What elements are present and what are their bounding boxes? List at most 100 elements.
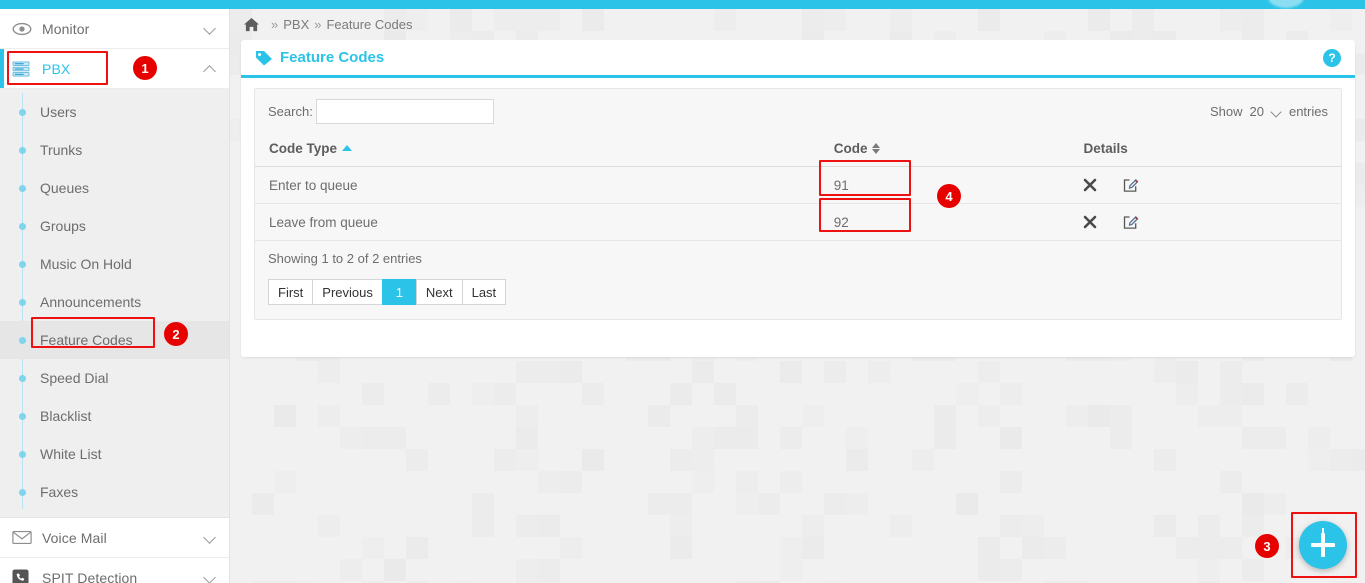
pagination-previous-button[interactable]: Previous [312, 279, 382, 305]
sidebar-item-faxes[interactable]: Faxes [0, 473, 229, 511]
sidebar-item-label: Trunks [40, 142, 83, 158]
sidebar-item-feature-codes[interactable]: Feature Codes [0, 321, 229, 359]
sidebar-item-groups[interactable]: Groups [0, 207, 229, 245]
annotation-number-2: 2 [164, 322, 188, 346]
sidebar-item-label: PBX [42, 60, 71, 77]
pagination-page-1-button[interactable]: 1 [381, 279, 416, 305]
annotation-number-3: 3 [1255, 534, 1279, 558]
show-entries-control: Show 20 entries [1210, 104, 1328, 119]
sidebar-item-spit-detection[interactable]: SPIT Detection [0, 558, 229, 583]
table-row: Leave from queue 92 [255, 203, 1341, 241]
chevron-down-icon[interactable] [204, 531, 218, 545]
card-header: Feature Codes ? [241, 40, 1355, 78]
column-header-code[interactable]: Code [819, 132, 1070, 167]
cell-code-type: Leave from queue [255, 203, 820, 241]
entries-value: 20 [1249, 104, 1264, 119]
datatable-footer: Showing 1 to 2 of 2 entries First Previo… [255, 241, 1341, 319]
chevron-down-icon [1271, 108, 1282, 116]
delete-row-icon[interactable] [1083, 215, 1097, 229]
sidebar-item-music-on-hold[interactable]: Music On Hold [0, 245, 229, 283]
column-header-details: Details [1069, 132, 1341, 167]
page-title: Feature Codes [280, 49, 385, 66]
annotation-number-4: 4 [937, 184, 961, 208]
add-feature-code-button[interactable] [1299, 521, 1347, 569]
main-content: » PBX » Feature Codes Feature Codes ? Se… [230, 9, 1365, 583]
sidebar-item-queues[interactable]: Queues [0, 169, 229, 207]
delete-row-icon[interactable] [1083, 178, 1097, 192]
cell-code: 92 [819, 203, 1070, 241]
sidebar-item-trunks[interactable]: Trunks [0, 131, 229, 169]
bullet-icon [19, 222, 26, 230]
datatable-panel: Search: Show 20 entries Code Type Code D… [254, 88, 1342, 320]
eye-icon [12, 20, 38, 38]
cell-code-type: Enter to queue [255, 166, 820, 204]
bullet-icon [19, 108, 26, 116]
search-control: Search: [268, 99, 494, 124]
breadcrumb-item-feature-codes[interactable]: Feature Codes [326, 17, 412, 32]
column-header-code-type[interactable]: Code Type [255, 132, 820, 167]
bullet-icon [19, 260, 26, 268]
sidebar-item-label: Users [40, 104, 77, 120]
edit-row-icon[interactable] [1123, 214, 1139, 230]
sidebar-item-label: Monitor [42, 20, 90, 37]
card-body: Search: Show 20 entries Code Type Code D… [241, 78, 1355, 320]
pagination-next-button[interactable]: Next [415, 279, 462, 305]
pagination: First Previous 1 Next Last [268, 279, 1328, 305]
chevron-down-icon[interactable] [204, 571, 218, 583]
sidebar-item-pbx[interactable]: PBX [0, 49, 229, 89]
sidebar-item-label: Groups [40, 218, 86, 234]
sidebar-item-voice-mail[interactable]: Voice Mail [0, 518, 229, 558]
sidebar-item-label: Queues [40, 180, 90, 196]
plus-icon-bar [1311, 543, 1335, 547]
bullet-icon [19, 412, 26, 420]
edit-row-icon[interactable] [1123, 177, 1139, 193]
column-label: Code [833, 141, 868, 156]
breadcrumb-separator: » [271, 17, 279, 32]
sidebar-nav: Monitor PBX Users Trunks Queues Groups M… [0, 9, 229, 583]
bullet-icon [19, 146, 26, 154]
sidebar-item-speed-dial[interactable]: Speed Dial [0, 359, 229, 397]
sidebar-item-blacklist[interactable]: Blacklist [0, 397, 229, 435]
pagination-last-button[interactable]: Last [461, 279, 507, 305]
home-icon[interactable] [243, 17, 260, 32]
top-bar-orb-decoration [1268, 0, 1304, 8]
sort-both-icon [872, 142, 881, 155]
bullet-icon [19, 450, 26, 458]
sidebar-item-announcements[interactable]: Announcements [0, 283, 229, 321]
cell-details [1069, 166, 1341, 204]
cell-details [1069, 203, 1341, 241]
bullet-icon [19, 298, 26, 306]
feature-codes-card: Feature Codes ? Search: Show 20 entries … [241, 40, 1355, 357]
bullet-icon [19, 488, 26, 496]
sidebar-item-label: Faxes [40, 484, 79, 500]
table-head: Code Type Code Details [255, 132, 1341, 167]
sidebar: Monitor PBX Users Trunks Queues Groups M… [0, 0, 230, 583]
sidebar-item-label: Voice Mail [42, 529, 107, 546]
sort-ascending-icon [342, 145, 353, 151]
help-icon[interactable]: ? [1323, 48, 1341, 67]
sidebar-item-label: SPIT Detection [42, 569, 138, 583]
breadcrumb: » PBX » Feature Codes [230, 9, 1365, 40]
search-label: Search: [268, 104, 313, 119]
sidebar-submenu-pbx: Users Trunks Queues Groups Music On Hold… [0, 89, 229, 518]
sidebar-item-label: Speed Dial [40, 370, 109, 386]
sidebar-item-label: Blacklist [40, 408, 92, 424]
showing-entries-text: Showing 1 to 2 of 2 entries [268, 251, 422, 266]
datatable-controls: Search: Show 20 entries [255, 89, 1341, 132]
sidebar-item-users[interactable]: Users [0, 93, 229, 131]
chevron-up-icon[interactable] [204, 62, 218, 76]
table-row: Enter to queue 91 [255, 166, 1341, 204]
show-label: Show [1209, 104, 1243, 119]
sidebar-item-label: Announcements [40, 294, 142, 310]
breadcrumb-item-pbx[interactable]: PBX [283, 17, 309, 32]
pagination-first-button[interactable]: First [268, 279, 313, 305]
table-body: Enter to queue 91 Leave from queue 92 [255, 166, 1341, 241]
column-label: Details [1083, 141, 1128, 156]
annotation-number-1: 1 [133, 56, 157, 80]
chevron-down-icon[interactable] [204, 22, 218, 36]
sidebar-item-white-list[interactable]: White List [0, 435, 229, 473]
entries-select[interactable]: 20 [1250, 104, 1282, 119]
column-label: Code Type [269, 141, 338, 156]
search-input[interactable] [315, 99, 494, 124]
sidebar-item-monitor[interactable]: Monitor [0, 9, 229, 49]
